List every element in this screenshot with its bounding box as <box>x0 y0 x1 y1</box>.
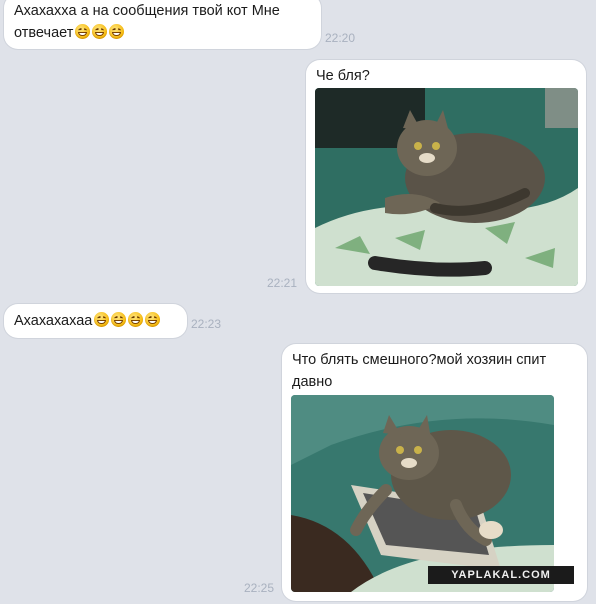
smiling-face-icon <box>145 312 161 327</box>
smiling-face-icon <box>94 312 110 327</box>
watermark: YAPLAKAL.COM <box>428 566 574 584</box>
smiling-face-icon <box>111 312 127 327</box>
message-timestamp: 22:25 <box>244 581 275 595</box>
message-timestamp: 22:23 <box>191 317 222 331</box>
message-bubble-incoming[interactable]: Ахахахахаа <box>4 304 187 338</box>
smiling-face-icon <box>92 24 108 39</box>
message-text: Ахахахахаа <box>14 310 177 332</box>
message-text: Ахахаххa а на сообщения твой кот Мне отв… <box>14 3 280 41</box>
message-bubble-incoming[interactable]: Ахахаххa а на сообщения твой кот Мне отв… <box>4 0 321 49</box>
message-timestamp: 22:20 <box>325 31 356 45</box>
message-text: Че бля? <box>316 68 370 84</box>
cat-photo[interactable] <box>291 395 554 592</box>
cat-photo[interactable] <box>315 88 578 286</box>
message-timestamp: 22:21 <box>267 276 298 290</box>
smiling-face-icon <box>109 24 125 39</box>
smiling-face-icon <box>128 312 144 327</box>
smiling-face-icon <box>75 24 91 39</box>
message-text: Что блять смешного?мой хозяин спит давно <box>292 352 547 390</box>
